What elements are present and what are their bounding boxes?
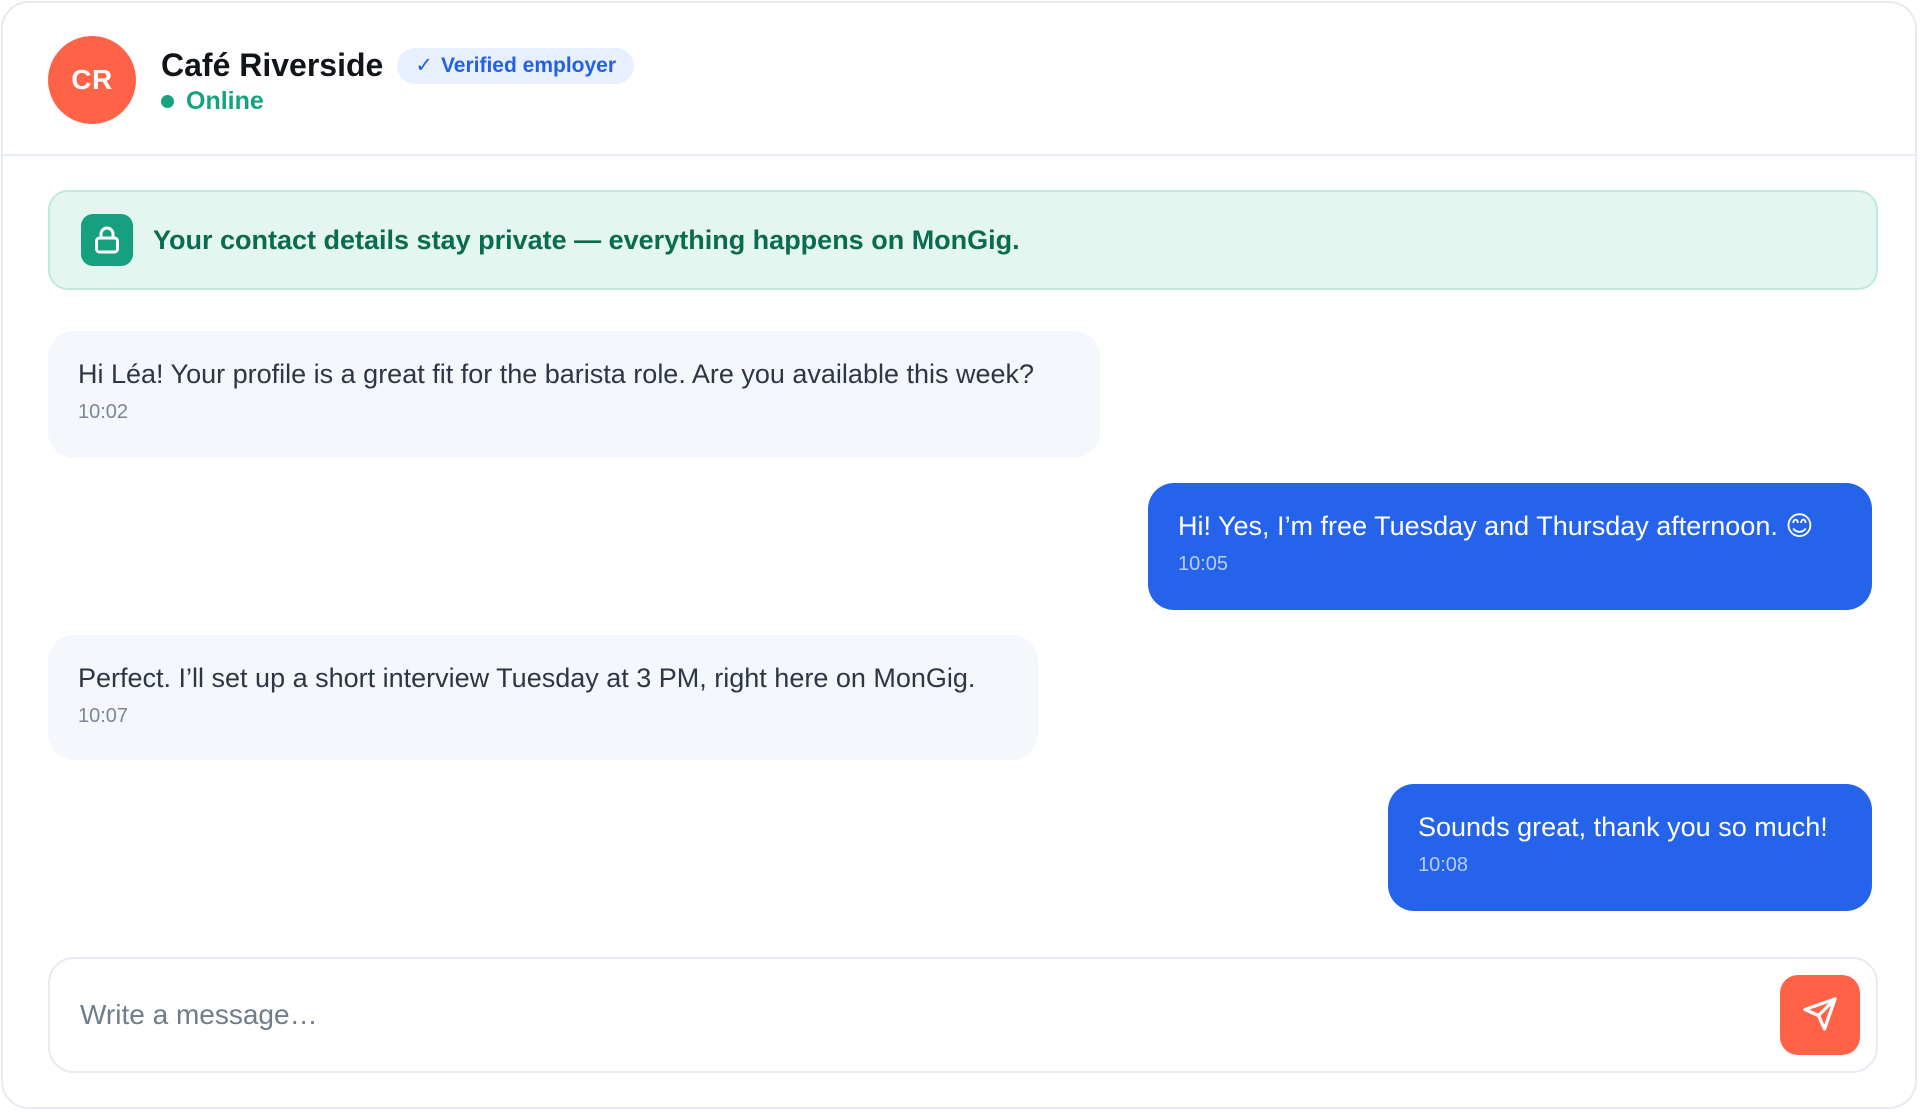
message-input[interactable]	[80, 987, 1780, 1043]
avatar[interactable]: CR	[48, 36, 136, 124]
contact-name[interactable]: Café Riverside	[161, 47, 383, 84]
message-incoming: Hi Léa! Your profile is a great fit for …	[48, 331, 1100, 458]
verified-badge: ✓ Verified employer	[397, 47, 635, 84]
message-incoming: Perfect. I’ll set up a short interview T…	[48, 635, 1038, 760]
message-time: 10:08	[1418, 854, 1469, 876]
message-text: Hi Léa! Your profile is a great fit for …	[78, 359, 1035, 389]
send-button[interactable]	[1780, 975, 1860, 1055]
online-dot-icon	[161, 95, 174, 108]
privacy-text: Your contact details stay private — ever…	[153, 224, 1020, 255]
lock-icon	[81, 214, 133, 266]
verified-badge-label: Verified employer	[440, 53, 617, 77]
send-icon	[1802, 996, 1838, 1035]
message-outgoing: Hi! Yes, I’m free Tuesday and Thursday a…	[1148, 483, 1872, 610]
chat-header: CR Café Riverside ✓ Verified employer On…	[3, 3, 1915, 156]
message-outgoing: Sounds great, thank you so much! 10:08	[1388, 784, 1872, 911]
title-row: Café Riverside ✓ Verified employer	[161, 47, 635, 84]
check-icon: ✓	[415, 54, 433, 77]
message-time: 10:07	[78, 705, 129, 727]
message-composer	[48, 957, 1878, 1073]
privacy-banner: Your contact details stay private — ever…	[48, 190, 1878, 290]
message-time: 10:02	[78, 401, 129, 423]
message-text: Perfect. I’ll set up a short interview T…	[78, 663, 976, 693]
chat-window: CR Café Riverside ✓ Verified employer On…	[1, 1, 1917, 1109]
message-text: Sounds great, thank you so much!	[1418, 812, 1828, 842]
message-text: Hi! Yes, I’m free Tuesday and Thursday a…	[1178, 511, 1814, 541]
status-text: Online	[186, 87, 264, 115]
message-time: 10:05	[1178, 553, 1229, 575]
presence-status: Online	[161, 87, 264, 116]
avatar-initials: CR	[71, 64, 113, 95]
